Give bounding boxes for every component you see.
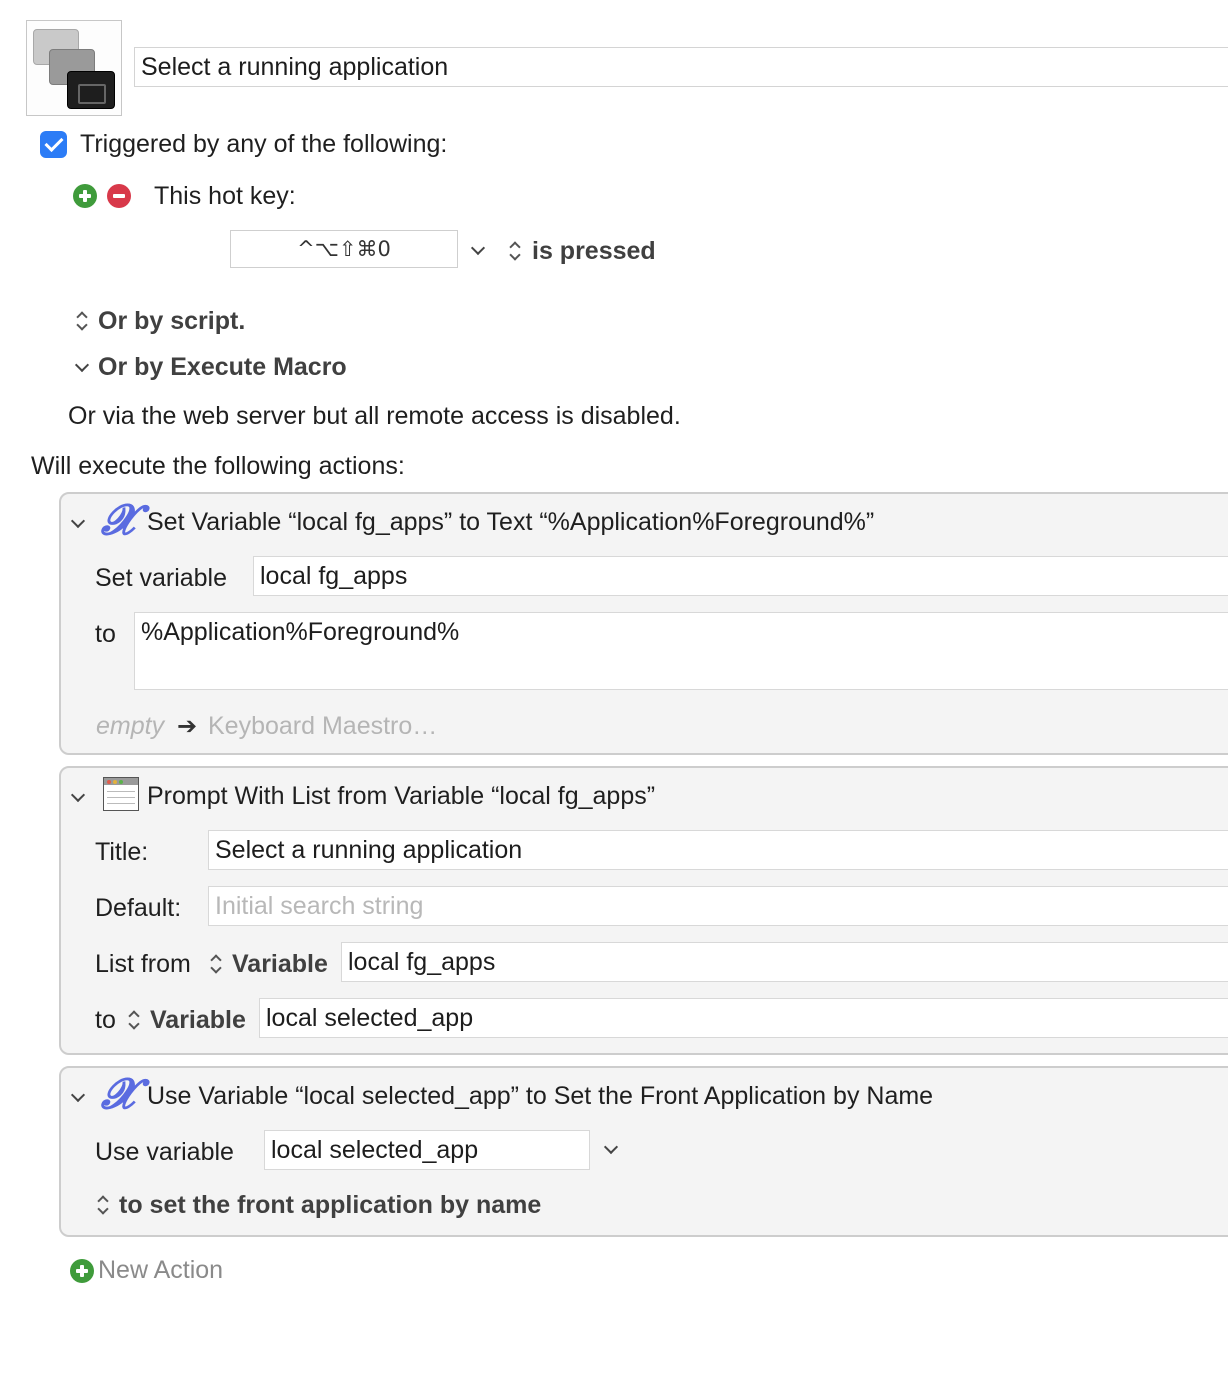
actions-heading: Will execute the following actions: <box>31 452 405 480</box>
window-list-icon <box>103 777 139 811</box>
default-label: Default: <box>95 894 182 922</box>
destination-variable-field[interactable]: local selected_app <box>259 998 1228 1038</box>
web-server-note: Or via the web server but all remote acc… <box>68 402 681 430</box>
action-use-variable[interactable]: 𝓧 Use Variable “local selected_app” to S… <box>59 1066 1228 1237</box>
set-variable-label: Set variable <box>95 564 228 592</box>
to-label: to <box>95 1006 116 1034</box>
mode-popup[interactable]: to set the front application by name <box>119 1191 541 1220</box>
window-front-icon <box>67 71 115 109</box>
hotkey-condition-popup[interactable]: is pressed <box>532 237 656 266</box>
destination-stepper-icon[interactable] <box>127 1009 141 1031</box>
action-collapse-chevron-icon[interactable] <box>70 513 86 529</box>
add-trigger-button[interactable] <box>73 184 97 208</box>
variable-name-field[interactable]: local fg_apps <box>253 556 1228 596</box>
triggers-enabled-checkbox[interactable] <box>40 131 67 158</box>
list-source-popup[interactable]: Variable <box>232 950 328 979</box>
title-label: Title: <box>95 838 149 866</box>
action-title[interactable]: Prompt With List from Variable “local fg… <box>147 782 655 811</box>
arrow-right-icon: ➔ <box>177 712 198 740</box>
destination-popup[interactable]: Variable <box>150 1006 246 1035</box>
action-title[interactable]: Use Variable “local selected_app” to Set… <box>147 1082 933 1111</box>
hotkey-label: This hot key: <box>154 182 296 210</box>
or-by-script-stepper-icon[interactable] <box>75 310 89 332</box>
macro-icon[interactable] <box>26 20 122 116</box>
list-from-label: List from <box>95 950 191 978</box>
hotkey-menu-chevron-icon[interactable] <box>470 240 486 256</box>
list-variable-field[interactable]: local fg_apps <box>341 942 1228 982</box>
to-label: to <box>95 620 116 648</box>
action-collapse-chevron-icon[interactable] <box>70 787 86 803</box>
use-variable-label: Use variable <box>95 1138 234 1166</box>
action-collapse-chevron-icon[interactable] <box>70 1087 86 1103</box>
action-title[interactable]: Set Variable “local fg_apps” to Text “%A… <box>147 508 874 537</box>
hotkey-field[interactable]: ^⌥⇧⌘0 <box>230 230 458 268</box>
variable-menu-chevron-icon[interactable] <box>603 1139 619 1155</box>
remove-trigger-button[interactable] <box>107 184 131 208</box>
or-by-execute-macro[interactable]: Or by Execute Macro <box>98 353 347 382</box>
new-action-button[interactable]: New Action <box>98 1256 223 1285</box>
mode-stepper-icon[interactable] <box>96 1194 110 1216</box>
use-variable-field[interactable]: local selected_app <box>264 1130 590 1170</box>
variable-x-icon: 𝓧 <box>101 495 135 544</box>
macro-editor: Select a running application Triggered b… <box>0 0 1228 1392</box>
new-action-add-icon[interactable] <box>70 1259 94 1283</box>
variable-x-icon: 𝓧 <box>101 1069 135 1118</box>
prompt-title-field[interactable]: Select a running application <box>208 830 1228 870</box>
text-value-field[interactable]: %Application%Foreground% <box>134 612 1228 690</box>
result-target-label[interactable]: Keyboard Maestro… <box>208 712 437 741</box>
action-prompt-with-list[interactable]: Prompt With List from Variable “local fg… <box>59 766 1228 1055</box>
or-by-script-popup[interactable]: Or by script. <box>98 307 245 336</box>
result-empty-label: empty <box>96 712 165 740</box>
list-source-stepper-icon[interactable] <box>209 953 223 975</box>
triggers-heading: Triggered by any of the following: <box>80 130 448 158</box>
action-set-variable[interactable]: 𝓧 Set Variable “local fg_apps” to Text “… <box>59 492 1228 755</box>
macro-name-field[interactable]: Select a running application <box>134 47 1228 87</box>
default-search-field[interactable]: Initial search string <box>208 886 1228 926</box>
execute-macro-disclosure-icon[interactable] <box>74 357 90 373</box>
condition-stepper-icon[interactable] <box>508 240 522 262</box>
